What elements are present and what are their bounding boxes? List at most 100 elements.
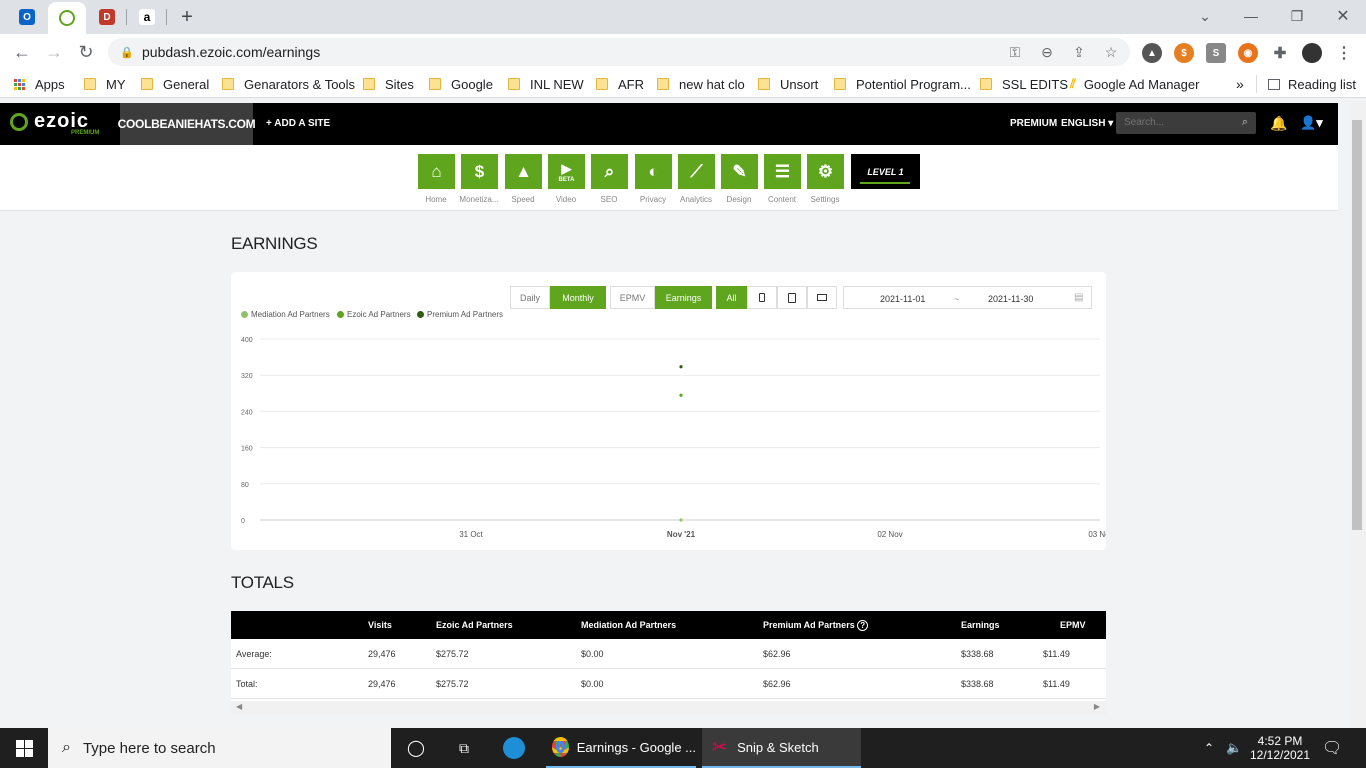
- page-scrollbar-thumb[interactable]: [1352, 120, 1362, 530]
- nav-home-tile[interactable]: ⌂: [418, 154, 455, 189]
- nav-privacy-tile[interactable]: ◐: [635, 154, 672, 189]
- reading-list-label: Reading list: [1288, 76, 1356, 92]
- nav-settings-tile[interactable]: ⚙: [807, 154, 844, 189]
- nav-seo-tile[interactable]: ⌕: [591, 154, 628, 189]
- date-end[interactable]: 2021-11-30: [988, 294, 1033, 304]
- bookmark-folder[interactable]: General: [141, 76, 209, 92]
- add-site-link[interactable]: + ADD A SITE: [266, 118, 330, 129]
- bookmark-folder[interactable]: new hat clo: [657, 76, 745, 92]
- nav-speed-tile[interactable]: ▲: [505, 154, 542, 189]
- date-range-picker[interactable]: 2021-11-01 ~ 2021-11-30 ▤: [843, 286, 1092, 309]
- new-tab-button[interactable]: +: [168, 4, 206, 30]
- bookmark-apps[interactable]: Apps: [14, 76, 65, 92]
- site-selector[interactable]: COOLBEANIEHATS.COM: [118, 103, 256, 145]
- ezoic-logo[interactable]: ezoic PREMIUM: [10, 110, 99, 136]
- extension-icon[interactable]: S: [1206, 43, 1226, 63]
- nav-analytics-tile[interactable]: ⟋: [678, 154, 715, 189]
- legend-ezoic[interactable]: Ezoic Ad Partners: [337, 310, 411, 319]
- cell-visits: 29,476: [368, 649, 396, 659]
- start-button[interactable]: [0, 728, 48, 768]
- bookmark-folder[interactable]: Potentiol Program...: [834, 76, 971, 92]
- folder-icon: [429, 78, 441, 90]
- bookmark-google-ad-manager[interactable]: ⫽ Google Ad Manager: [1070, 76, 1199, 92]
- back-button[interactable]: ←: [10, 41, 34, 63]
- tray-overflow[interactable]: ⌃: [1204, 728, 1214, 768]
- totals-title: TOTALS: [231, 573, 294, 592]
- zoom-icon[interactable]: ⊖: [1038, 43, 1056, 61]
- taskbar-search[interactable]: ⌕ Type here to search: [48, 728, 391, 768]
- bell-icon[interactable]: 🔔: [1270, 115, 1287, 132]
- device-desktop-toggle[interactable]: [807, 286, 837, 309]
- device-all-toggle[interactable]: All: [716, 286, 747, 309]
- bookmark-folder[interactable]: AFR: [596, 76, 644, 92]
- task-view-button[interactable]: ⧉: [448, 728, 480, 768]
- table-horizontal-scrollbar[interactable]: ◀ ▶: [231, 701, 1106, 715]
- scroll-right-icon[interactable]: ▶: [1094, 702, 1100, 711]
- bookmark-folder[interactable]: Google: [429, 76, 493, 92]
- search-icon[interactable]: ⌕: [1242, 116, 1248, 129]
- bookmark-folder[interactable]: SSL EDITS: [980, 76, 1068, 92]
- tab-ezoic[interactable]: [48, 2, 86, 34]
- help-icon[interactable]: ?: [857, 620, 869, 631]
- address-bar[interactable]: 🔒 pubdash.ezoic.com/earnings ⚿ ⊖ ⇪ ☆: [108, 38, 1130, 66]
- search-input[interactable]: [1116, 113, 1236, 132]
- legend-swatch: [337, 311, 344, 318]
- bookmark-folder[interactable]: Genarators & Tools: [222, 76, 355, 92]
- bookmark-folder[interactable]: MY: [84, 76, 126, 92]
- earnings-toggle[interactable]: Earnings: [655, 286, 712, 309]
- share-icon[interactable]: ⇪: [1070, 43, 1088, 61]
- bookmark-folder[interactable]: INL NEW: [508, 76, 584, 92]
- forward-button[interactable]: →: [42, 41, 66, 63]
- monthly-toggle[interactable]: Monthly: [550, 286, 606, 309]
- bookmark-folder[interactable]: Unsort: [758, 76, 818, 92]
- tab-amazon[interactable]: a: [128, 4, 166, 30]
- date-separator: ~: [954, 294, 960, 304]
- restore-button[interactable]: ❐: [1274, 2, 1320, 30]
- amazon-icon: a: [139, 9, 155, 25]
- more-bookmarks-button[interactable]: »: [1236, 76, 1244, 92]
- user-menu[interactable]: 👤▾: [1300, 115, 1323, 131]
- scroll-left-icon[interactable]: ◀: [236, 702, 242, 711]
- language-dropdown[interactable]: ENGLISH ▾: [1061, 118, 1113, 129]
- bookmark-label: Potentiol Program...: [856, 76, 971, 92]
- clock[interactable]: 4:52 PM 12/12/2021: [1248, 728, 1312, 768]
- puzzle-icon[interactable]: ✚: [1270, 43, 1290, 63]
- extension-icon[interactable]: ◉: [1238, 43, 1258, 63]
- y-tick-label: 320: [241, 373, 253, 380]
- url-text[interactable]: pubdash.ezoic.com/earnings: [142, 44, 320, 60]
- avatar[interactable]: [1302, 43, 1322, 63]
- volume-button[interactable]: 🔈: [1226, 728, 1242, 768]
- legend-premium[interactable]: Premium Ad Partners: [417, 310, 503, 319]
- tab-outlook[interactable]: O: [8, 4, 46, 30]
- legend-mediation[interactable]: Mediation Ad Partners: [241, 310, 330, 319]
- notifications-button[interactable]: 🗨: [1322, 728, 1342, 768]
- tab-search-button[interactable]: ⌄: [1182, 2, 1228, 30]
- taskbar-chrome-app[interactable]: Earnings - Google ...: [546, 728, 696, 768]
- star-icon[interactable]: ☆: [1102, 43, 1120, 61]
- tab-app[interactable]: D: [88, 4, 126, 30]
- extension-icon[interactable]: ▲: [1142, 43, 1162, 63]
- reload-button[interactable]: ↻: [74, 41, 98, 63]
- extension-icon[interactable]: $: [1174, 43, 1194, 63]
- device-tablet-toggle[interactable]: [777, 286, 807, 309]
- kebab-menu-icon[interactable]: ⋮: [1334, 43, 1354, 63]
- edge-button[interactable]: [498, 728, 530, 768]
- premium-link[interactable]: PREMIUM: [1010, 118, 1057, 129]
- nav-design-tile[interactable]: ✎: [721, 154, 758, 189]
- nav-video-tile[interactable]: ▶ BETA: [548, 154, 585, 189]
- device-mobile-toggle[interactable]: [747, 286, 777, 309]
- cortana-button[interactable]: ◯: [400, 728, 432, 768]
- daily-toggle[interactable]: Daily: [510, 286, 550, 309]
- col-mediation: Mediation Ad Partners: [581, 620, 677, 630]
- taskbar-snip-app[interactable]: ✂ Snip & Sketch: [702, 728, 861, 768]
- cell-premium: $62.96: [763, 679, 791, 689]
- close-window-button[interactable]: ✕: [1320, 2, 1366, 30]
- date-start[interactable]: 2021-11-01: [880, 294, 925, 304]
- epmv-toggle[interactable]: EPMV: [610, 286, 655, 309]
- reading-list-button[interactable]: Reading list: [1268, 76, 1356, 92]
- minimize-button[interactable]: —: [1228, 2, 1274, 30]
- bookmark-folder[interactable]: Sites: [363, 76, 414, 92]
- nav-content-tile[interactable]: ☰: [764, 154, 801, 189]
- key-icon[interactable]: ⚿: [1006, 43, 1024, 61]
- nav-monetization-tile[interactable]: $: [461, 154, 498, 189]
